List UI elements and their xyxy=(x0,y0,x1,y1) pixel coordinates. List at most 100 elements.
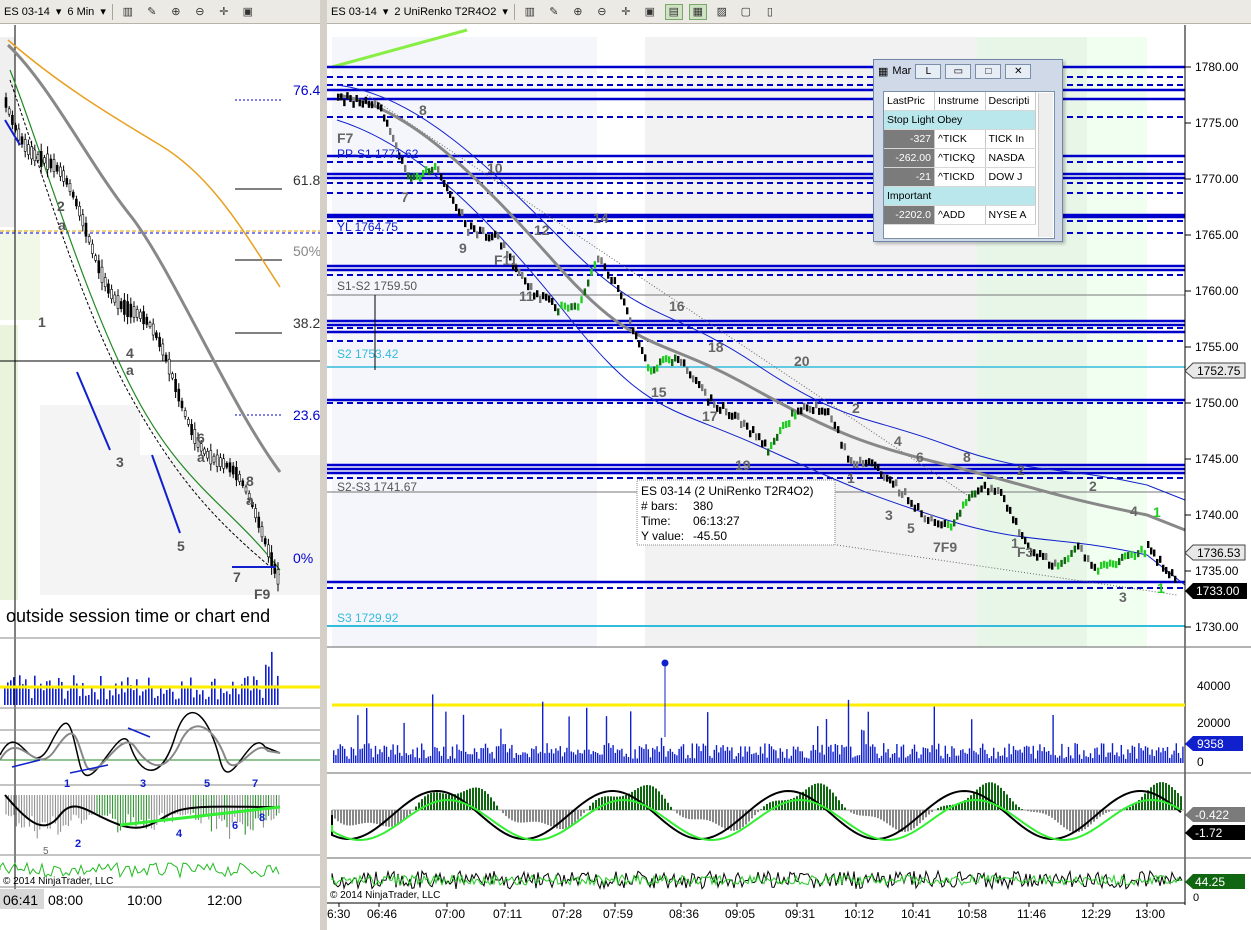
pencil-icon[interactable]: ✎ xyxy=(545,4,563,20)
price-axis-label: 1740.00 xyxy=(1195,508,1239,522)
pencil-icon[interactable]: ✎ xyxy=(143,4,161,20)
swing-label: F11 xyxy=(494,252,518,268)
swing-label: 6 xyxy=(197,430,205,446)
volume-axis-label: 20000 xyxy=(1197,716,1231,730)
chevron-down-icon[interactable]: ▾ xyxy=(56,5,62,18)
swing-label: 5 xyxy=(177,538,185,554)
swing-label: F7 xyxy=(337,130,354,146)
swing-label: 9 xyxy=(459,240,467,256)
time-axis-label: 07:59 xyxy=(603,907,633,921)
price-axis-label: 1775.00 xyxy=(1195,116,1239,130)
svg-text:-1.72: -1.72 xyxy=(1195,826,1223,840)
data-box-icon[interactable]: ▣ xyxy=(641,4,659,20)
instrument-cell: ^TICK xyxy=(934,129,986,149)
price-marker-last: 1733.00 xyxy=(1185,583,1247,599)
swing-label: 14 xyxy=(593,210,609,226)
volume-axis-label: 0 xyxy=(1197,755,1204,769)
chevron-down-icon[interactable]: ▾ xyxy=(383,5,389,18)
crosshair-icon[interactable]: ✛ xyxy=(617,4,635,20)
vertical-scrollbar[interactable] xyxy=(1038,93,1053,237)
left-chart-window: ES 03-14 ▾ 6 Min ▾ ▥ ✎ ⊕ ⊖ ✛ ▣ 76.4 61.8… xyxy=(0,0,321,930)
column-header[interactable]: Descripti xyxy=(985,92,1036,111)
market-analyzer-window[interactable]: ▦ Mar L ▭ □ ✕ LastPric Instrume Descript… xyxy=(873,59,1063,242)
osc-label: 7 xyxy=(252,778,258,790)
swing-label: 19 xyxy=(735,457,751,473)
column-header[interactable]: Instrume xyxy=(934,92,986,111)
table-row[interactable]: -21 ^TICKD DOW J xyxy=(884,167,1036,187)
market-analyzer-grid[interactable]: LastPric Instrume Descripti Stop Light O… xyxy=(883,91,1055,239)
fib-label: 0% xyxy=(293,550,313,566)
osc-label: 5 xyxy=(43,846,49,857)
zoom-out-icon[interactable]: ⊖ xyxy=(593,4,611,20)
section-header: Important xyxy=(884,186,1036,206)
time-axis-label: 10:41 xyxy=(901,907,931,921)
osc-label: 4 xyxy=(176,828,183,840)
swing-label: 17 xyxy=(702,408,718,424)
chevron-down-icon[interactable]: ▾ xyxy=(502,5,508,18)
crosshair-icon[interactable]: ✛ xyxy=(215,4,233,20)
swing-label: F9 xyxy=(254,586,271,602)
maximize-icon[interactable]: □ xyxy=(975,63,1002,79)
window-linking-icon[interactable]: ▯ xyxy=(761,4,779,20)
left-chart-canvas[interactable]: 76.4 61.8 50% 38.2 23.6 0% 1 2 a 3 4 a 5… xyxy=(0,25,320,930)
table-row[interactable]: -2202.0 ^ADD NYSE A xyxy=(884,205,1036,225)
swing-label: 5 xyxy=(907,520,915,536)
link-button[interactable]: L xyxy=(915,63,942,79)
cci-marker: 44.25 xyxy=(1185,874,1245,889)
data-box-key: # bars: xyxy=(641,499,678,513)
osc-label: 3 xyxy=(140,778,146,790)
section-header: Stop Light Obey xyxy=(884,110,1036,130)
data-box: ES 03-14 (2 UniRenko T2R4O2) # bars: 380… xyxy=(636,479,836,546)
data-box-icon[interactable]: ▣ xyxy=(239,4,257,20)
fib-label: 61.8 xyxy=(293,172,320,188)
time-axis-label: 10:12 xyxy=(844,907,874,921)
bar-type-icon[interactable]: ▥ xyxy=(119,4,137,20)
strategy-icon[interactable]: ▤ xyxy=(664,3,683,20)
description-cell: TICK In xyxy=(985,129,1036,149)
swing-label: 2 xyxy=(852,400,860,416)
market-analyzer-titlebar[interactable]: ▦ Mar L ▭ □ ✕ xyxy=(874,60,1062,82)
right-period-selector[interactable]: 2 UniRenko T2R4O2 xyxy=(394,6,496,18)
chart-properties-icon[interactable]: ▨ xyxy=(713,4,731,20)
description-cell: DOW J xyxy=(985,167,1036,187)
data-box-title: ES 03-14 (2 UniRenko T2R4O2) xyxy=(641,484,814,498)
swing-label: 6 xyxy=(916,449,924,465)
svg-text:44.25: 44.25 xyxy=(1195,875,1225,889)
osc-label: 6 xyxy=(232,820,238,832)
left-chart-toolbar: ES 03-14 ▾ 6 Min ▾ ▥ ✎ ⊕ ⊖ ✛ ▣ xyxy=(0,0,320,24)
zoom-in-icon[interactable]: ⊕ xyxy=(167,4,185,20)
chevron-down-icon[interactable]: ▾ xyxy=(100,5,106,18)
swing-label: F3 xyxy=(1017,544,1034,560)
right-chart-canvas[interactable]: S1-S2 1759.50 S2-S3 1741.67 S3 1729.92 Y… xyxy=(327,25,1251,930)
left-instrument-selector[interactable]: ES 03-14 xyxy=(4,6,50,18)
swing-label: 3 xyxy=(116,454,124,470)
close-icon[interactable]: ✕ xyxy=(1005,63,1032,79)
copyright: © 2014 NinjaTrader, LLC xyxy=(3,876,113,887)
zoom-in-icon[interactable]: ⊕ xyxy=(569,4,587,20)
right-time-axis: 6:30 06:46 07:00 07:11 07:28 07:59 08:36 09:05 0… xyxy=(327,903,1165,921)
data-box-value: 380 xyxy=(693,499,713,513)
last-price-cell: -327 xyxy=(884,129,935,149)
column-header[interactable]: LastPric xyxy=(884,92,935,111)
template-icon[interactable]: ▢ xyxy=(737,4,755,20)
svg-text:1733.00: 1733.00 xyxy=(1196,584,1240,598)
table-row[interactable]: -327 ^TICK TICK In xyxy=(884,129,1036,149)
osc-label: 8 xyxy=(259,812,265,824)
last-price-cell: -262.00 xyxy=(884,148,935,168)
swing-label: 15 xyxy=(651,384,667,400)
pivot-label: PP-S1 1771.62 xyxy=(337,147,419,161)
instrument-cell: ^TICKQ xyxy=(934,148,986,168)
swing-label: 12 xyxy=(534,222,550,238)
swing-label: 8 xyxy=(419,102,427,118)
zoom-out-icon[interactable]: ⊖ xyxy=(191,4,209,20)
svg-text:1736.53: 1736.53 xyxy=(1197,546,1241,560)
swing-label: 4 xyxy=(126,345,134,361)
indicator-icon[interactable]: ▦ xyxy=(688,3,707,20)
left-period-selector[interactable]: 6 Min xyxy=(67,6,94,18)
minimize-icon[interactable]: ▭ xyxy=(945,63,972,79)
window-gap xyxy=(320,0,327,930)
table-row[interactable]: -262.00 ^TICKQ NASDA xyxy=(884,148,1036,168)
time-label: 10:00 xyxy=(127,892,162,908)
bar-type-icon[interactable]: ▥ xyxy=(521,4,539,20)
right-instrument-selector[interactable]: ES 03-14 xyxy=(331,6,377,18)
